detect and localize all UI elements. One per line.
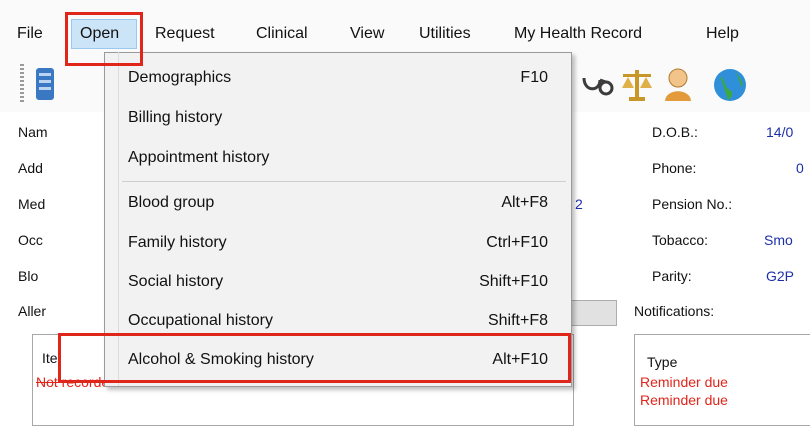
notifications-col-header: Type (647, 354, 678, 370)
menu-clinical[interactable]: Clinical (256, 24, 308, 44)
menu-item-social-history[interactable]: Social history (128, 272, 223, 292)
menu-item-billing-history[interactable]: Billing history (128, 108, 222, 128)
pension-label: Pension No.: (652, 196, 733, 212)
blood-group-label: Blo (18, 268, 39, 284)
shortcut-occupational-history: Shift+F8 (487, 312, 548, 329)
parity-value: G2P (766, 268, 795, 284)
phone-label: Phone: (652, 160, 697, 176)
notification-row-2[interactable]: Reminder due (640, 392, 728, 408)
dob-label: D.O.B.: (652, 124, 698, 140)
occupation-label: Occ (18, 232, 43, 248)
menu-help[interactable]: Help (706, 24, 739, 44)
menu-item-family-history[interactable]: Family history (128, 233, 227, 253)
medicare-label: Med (18, 196, 46, 212)
menu-my-health-record[interactable]: My Health Record (514, 24, 642, 44)
alcohol-smoking-red-highlight (58, 333, 571, 383)
database-icon[interactable] (34, 64, 56, 104)
name-label: Nam (18, 124, 48, 140)
phone-value: 0 (796, 160, 804, 176)
globe-icon[interactable] (712, 66, 748, 104)
tobacco-value: Smo (764, 232, 793, 248)
person-icon[interactable] (662, 66, 694, 102)
scales-icon[interactable] (620, 66, 654, 102)
menu-view[interactable]: View (350, 24, 384, 44)
address-label: Add (18, 160, 43, 176)
stethoscope-icon[interactable] (580, 70, 616, 98)
menu-file[interactable]: File (17, 24, 43, 44)
shortcut-family-history: Ctrl+F10 (486, 234, 548, 251)
list-col-header: Ite (42, 350, 58, 366)
dob-value: 14/0 (766, 124, 794, 140)
open-menu-red-highlight (65, 12, 143, 66)
shortcut-demographics: F10 (520, 69, 548, 86)
menu-separator (122, 181, 566, 182)
menu-item-demographics[interactable]: Demographics (128, 68, 231, 88)
tobacco-label: Tobacco: (652, 232, 709, 248)
menu-request[interactable]: Request (155, 24, 215, 44)
allergies-label: Aller (18, 303, 47, 319)
menu-item-blood-group[interactable]: Blood group (128, 193, 214, 213)
parity-label: Parity: (652, 268, 692, 284)
menu-item-occupational-history[interactable]: Occupational history (128, 311, 273, 331)
toolbar-grip[interactable] (20, 64, 24, 104)
menu-item-appointment-history[interactable]: Appointment history (128, 148, 269, 168)
notification-row-1[interactable]: Reminder due (640, 374, 728, 390)
menu-utilities[interactable]: Utilities (419, 24, 471, 44)
shortcut-blood-group: Alt+F8 (501, 194, 548, 211)
notifications-label: Notifications: (634, 303, 715, 319)
shortcut-social-history: Shift+F10 (479, 273, 548, 290)
medicare-value: 2 (575, 196, 583, 212)
